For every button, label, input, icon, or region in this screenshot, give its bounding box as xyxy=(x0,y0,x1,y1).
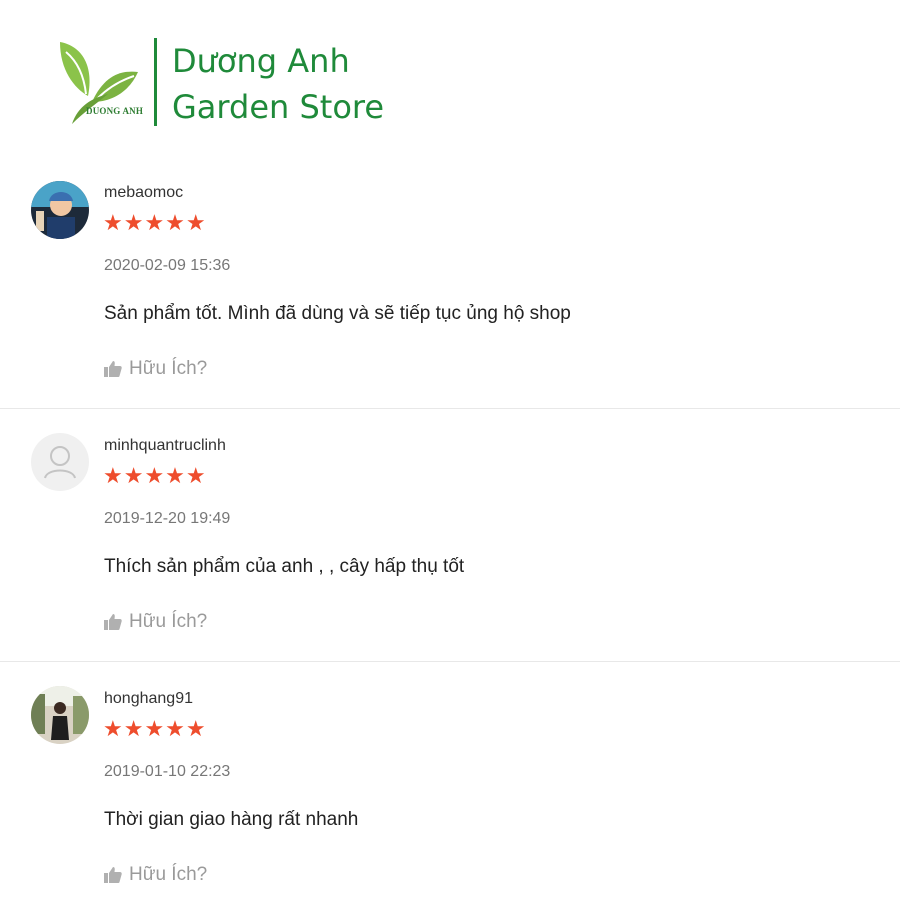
avatar-photo-icon xyxy=(31,181,89,239)
avatar[interactable] xyxy=(31,181,89,239)
review-timestamp: 2019-01-10 22:23 xyxy=(104,763,231,780)
store-name-line1: Dương Anh xyxy=(172,42,350,80)
logo: DUONG ANH xyxy=(52,36,144,130)
review-username[interactable]: minhquantruclinh xyxy=(104,437,226,455)
brand-header: DUONG ANH Dương Anh Garden Store xyxy=(52,36,384,130)
review-username[interactable]: mebaomoc xyxy=(104,184,183,202)
review-comment: Sản phẩm tốt. Mình đã dùng và sẽ tiếp tụ… xyxy=(104,303,571,324)
helpful-button[interactable]: Hữu Ích? xyxy=(103,864,207,886)
star-rating: ★★★★★ xyxy=(103,210,207,235)
avatar[interactable] xyxy=(31,433,89,491)
avatar[interactable] xyxy=(31,686,89,744)
review-divider xyxy=(0,661,900,662)
thumbs-up-icon xyxy=(104,614,122,630)
review-username[interactable]: honghang91 xyxy=(104,690,193,708)
logo-text: DUONG ANH xyxy=(86,106,144,116)
helpful-label: Hữu Ích? xyxy=(129,611,208,632)
helpful-label: Hữu Ích? xyxy=(129,358,208,379)
avatar-photo-icon xyxy=(31,686,89,744)
review-divider xyxy=(0,408,900,409)
review-timestamp: 2019-12-20 19:49 xyxy=(104,510,231,527)
helpful-button[interactable]: Hữu Ích? xyxy=(103,611,207,633)
thumbs-up-icon xyxy=(104,867,122,883)
helpful-button[interactable]: Hữu Ích? xyxy=(103,358,207,380)
user-placeholder-icon xyxy=(44,446,76,479)
thumbs-up-icon xyxy=(104,361,122,377)
review-timestamp: 2020-02-09 15:36 xyxy=(104,257,231,274)
brand-divider xyxy=(154,38,157,126)
review-comment: Thời gian giao hàng rất nhanh xyxy=(104,809,359,830)
store-name: Dương Anh Garden Store xyxy=(172,38,384,130)
helpful-label: Hữu Ích? xyxy=(129,864,208,885)
star-rating: ★★★★★ xyxy=(103,463,207,488)
store-name-line2: Garden Store xyxy=(172,88,385,126)
star-rating: ★★★★★ xyxy=(103,716,207,741)
review-comment: Thích sản phẩm của anh , , cây hấp thụ t… xyxy=(104,556,465,577)
